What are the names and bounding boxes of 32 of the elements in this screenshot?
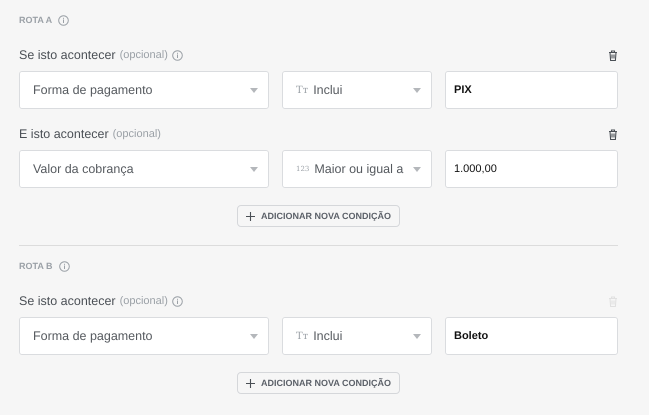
route-title: ROTA B bbox=[19, 261, 52, 271]
optional-hint: (opcional) bbox=[120, 295, 168, 307]
route-title: ROTA A bbox=[19, 15, 52, 25]
info-icon[interactable] bbox=[172, 50, 183, 60]
info-icon[interactable] bbox=[58, 14, 70, 26]
field-select[interactable]: Forma de pagamento bbox=[19, 317, 269, 355]
operator-select[interactable]: Tт Inclui bbox=[282, 317, 432, 355]
caret-icon bbox=[413, 334, 421, 338]
optional-hint: (opcional) bbox=[112, 128, 161, 140]
caret-icon bbox=[250, 334, 258, 338]
operator-select[interactable]: Tт Inclui bbox=[282, 71, 432, 109]
field-select[interactable]: Forma de pagamento bbox=[19, 71, 269, 109]
add-condition-button[interactable]: ADICIONAR NOVA CONDIÇÃO bbox=[237, 205, 400, 227]
condition-label: Se isto acontecer bbox=[19, 48, 116, 62]
value-field[interactable]: Boleto bbox=[445, 317, 618, 355]
add-condition-button[interactable]: ADICIONAR NOVA CONDIÇÃO bbox=[237, 372, 400, 394]
value-field[interactable]: PIX bbox=[445, 71, 618, 109]
field-select[interactable]: Valor da cobrança bbox=[19, 150, 269, 188]
plus-icon bbox=[246, 378, 255, 388]
optional-hint: (opcional) bbox=[120, 49, 168, 61]
caret-icon bbox=[413, 88, 421, 92]
info-icon[interactable] bbox=[58, 260, 70, 272]
info-icon[interactable] bbox=[172, 296, 183, 306]
caret-icon bbox=[250, 166, 258, 172]
trash-icon[interactable] bbox=[608, 128, 618, 140]
condition-label: Se isto acontecer bbox=[19, 294, 116, 308]
plus-icon bbox=[246, 212, 255, 220]
caret-icon bbox=[413, 166, 421, 172]
value-field[interactable]: 1.000,00 bbox=[445, 150, 618, 188]
caret-icon bbox=[250, 88, 258, 92]
condition-label: E isto acontecer bbox=[19, 127, 109, 141]
trash-icon[interactable] bbox=[608, 50, 618, 60]
